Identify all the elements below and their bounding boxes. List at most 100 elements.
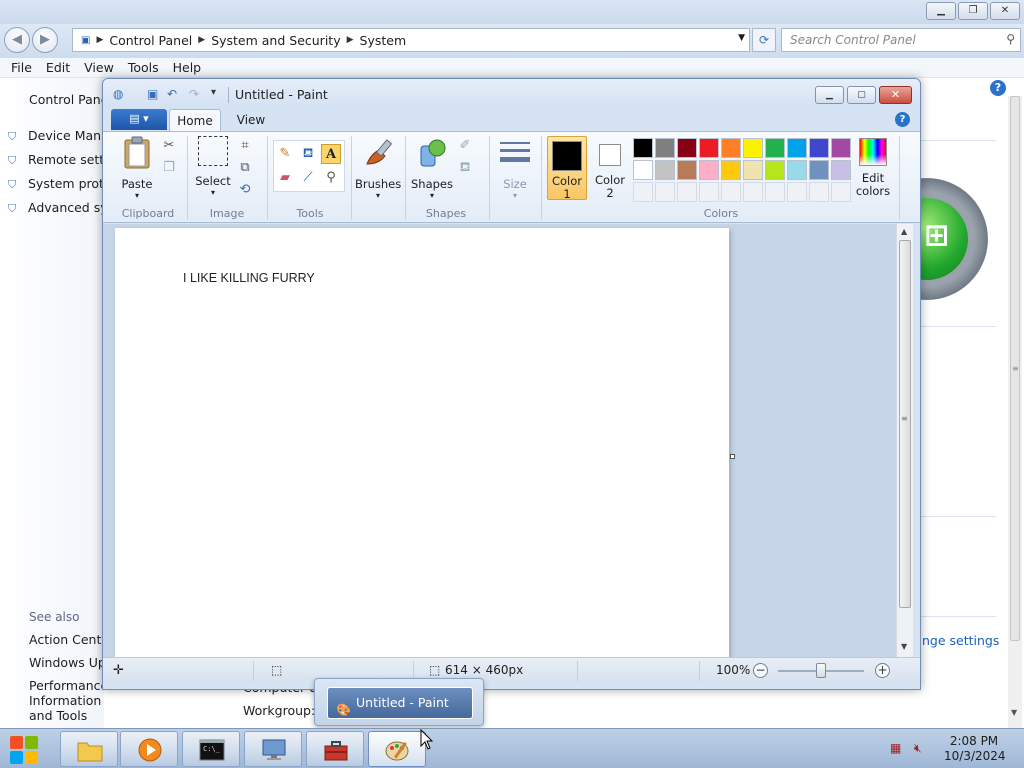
system-clock[interactable]: 2:08 PM 10/3/2024: [944, 734, 1006, 764]
magnifier-icon[interactable]: ⚲: [321, 168, 341, 188]
palette-swatch[interactable]: [721, 160, 741, 180]
taskbar-explorer[interactable]: [60, 731, 118, 767]
menu-tools[interactable]: Tools: [121, 58, 166, 77]
palette-swatch[interactable]: [655, 160, 675, 180]
palette-swatch[interactable]: [743, 138, 763, 158]
network-error-icon[interactable]: ▦: [890, 741, 901, 755]
custom-color-slot[interactable]: [699, 182, 719, 202]
tab-view[interactable]: View: [227, 109, 275, 131]
back-button[interactable]: ◀: [4, 27, 30, 53]
palette-swatch[interactable]: [633, 138, 653, 158]
search-input[interactable]: Search Control Panel ⚲: [781, 28, 1021, 52]
rotate-icon[interactable]: ⟲: [235, 180, 255, 200]
forward-button[interactable]: ▶: [32, 27, 58, 53]
zoom-in-button[interactable]: +: [875, 663, 890, 678]
restore-button[interactable]: ❐: [958, 2, 988, 20]
custom-color-slot[interactable]: [721, 182, 741, 202]
palette-swatch[interactable]: [677, 160, 697, 180]
eraser-icon[interactable]: ▰: [275, 168, 295, 188]
color2-button[interactable]: Color 2: [590, 136, 630, 200]
palette-swatch[interactable]: [787, 138, 807, 158]
palette-swatch[interactable]: [831, 138, 851, 158]
taskbar-preview[interactable]: 🎨 Untitled - Paint: [314, 678, 484, 726]
search-icon[interactable]: ⚲: [1006, 32, 1015, 46]
fill-icon[interactable]: ⛾: [298, 144, 318, 164]
minimize-button[interactable]: ▁: [926, 2, 956, 20]
refresh-button[interactable]: ⟳: [752, 28, 776, 52]
color-picker-icon[interactable]: ⟋: [298, 168, 318, 188]
canvas-scrollbar[interactable]: ▲ ≡ ▼: [896, 224, 913, 657]
task-remote-settings[interactable]: ⛉Remote settings: [8, 152, 104, 168]
palette-swatch[interactable]: [721, 138, 741, 158]
color1-button[interactable]: Color 1: [547, 136, 587, 201]
palette-swatch[interactable]: [677, 138, 697, 158]
breadcrumb-system-and-security[interactable]: System and Security: [211, 33, 340, 48]
taskbar-command-prompt[interactable]: C:\_: [182, 731, 240, 767]
address-bar[interactable]: ▣ ▶ Control Panel ▶ System and Security …: [72, 28, 750, 52]
menu-file[interactable]: File: [4, 58, 39, 77]
cut-icon[interactable]: ✂: [159, 136, 179, 156]
link-action-center[interactable]: Action Center: [29, 632, 104, 647]
task-system-protection[interactable]: ⛉System protection: [8, 176, 104, 192]
crop-icon[interactable]: ⌗: [235, 136, 255, 156]
palette-swatch[interactable]: [633, 160, 653, 180]
customize-toolbar-icon[interactable]: ▾: [211, 87, 216, 98]
select-button[interactable]: Select ▾: [191, 136, 235, 197]
preview-paint-item[interactable]: 🎨 Untitled - Paint: [327, 687, 473, 719]
paint-close-button[interactable]: ✕: [879, 86, 912, 104]
text-icon[interactable]: A: [321, 144, 341, 164]
zoom-slider-thumb[interactable]: [816, 663, 826, 678]
palette-swatch[interactable]: [787, 160, 807, 180]
paint-maximize-button[interactable]: ▢: [847, 86, 876, 104]
help-icon[interactable]: ?: [990, 80, 1006, 96]
custom-color-slot[interactable]: [743, 182, 763, 202]
control-panel-home-link[interactable]: Control Panel: [29, 92, 104, 107]
size-button[interactable]: Size ▾: [495, 136, 535, 200]
tab-home[interactable]: Home: [169, 109, 221, 131]
help-icon[interactable]: ?: [895, 112, 910, 127]
task-advanced-system-settings[interactable]: ⛉Advanced system settings: [8, 200, 104, 216]
breadcrumb-system[interactable]: System: [360, 33, 407, 48]
menu-view[interactable]: View: [77, 58, 121, 77]
taskbar-remote-desktop[interactable]: [244, 731, 302, 767]
custom-color-slot[interactable]: [809, 182, 829, 202]
menu-edit[interactable]: Edit: [39, 58, 77, 77]
custom-color-slot[interactable]: [633, 182, 653, 202]
paint-minimize-button[interactable]: ▁: [815, 86, 844, 104]
link-performance-information[interactable]: Performance Information and Tools: [29, 678, 104, 723]
zoom-out-button[interactable]: −: [753, 663, 768, 678]
undo-icon[interactable]: ↶: [167, 87, 177, 101]
palette-swatch[interactable]: [831, 160, 851, 180]
task-device-manager[interactable]: ⛉Device Manager: [8, 128, 104, 144]
brushes-button[interactable]: Brushes ▾: [355, 136, 401, 200]
palette-swatch[interactable]: [743, 160, 763, 180]
paint-app-icon[interactable]: ◍: [113, 87, 123, 101]
palette-swatch[interactable]: [655, 138, 675, 158]
start-button[interactable]: [4, 732, 48, 766]
edit-colors-button[interactable]: Edit colors: [851, 136, 895, 198]
close-button[interactable]: ✕: [990, 2, 1020, 20]
custom-color-slot[interactable]: [787, 182, 807, 202]
custom-color-slot[interactable]: [831, 182, 851, 202]
palette-swatch[interactable]: [765, 138, 785, 158]
taskbar-media-player[interactable]: [120, 731, 178, 767]
palette-swatch[interactable]: [809, 138, 829, 158]
paste-button[interactable]: Paste ▾: [115, 136, 159, 200]
custom-color-slot[interactable]: [655, 182, 675, 202]
menu-help[interactable]: Help: [166, 58, 209, 77]
pencil-icon[interactable]: ✎: [275, 144, 295, 164]
link-windows-update[interactable]: Windows Update: [29, 655, 104, 670]
change-settings-link[interactable]: nge settings: [922, 633, 999, 648]
custom-color-slot[interactable]: [765, 182, 785, 202]
shapes-button[interactable]: Shapes ▾: [409, 136, 455, 200]
custom-color-slot[interactable]: [677, 182, 697, 202]
shape-fill-icon[interactable]: ⛾: [455, 158, 475, 178]
scroll-down-icon[interactable]: ▼: [901, 642, 907, 651]
drawing-canvas[interactable]: I LIKE KILLING FURRY: [115, 228, 729, 657]
volume-muted-icon[interactable]: 🔇︎: [914, 741, 922, 756]
scrollbar-thumb[interactable]: [899, 240, 911, 608]
control-panel-scrollbar[interactable]: ≡ ▼: [1008, 96, 1022, 728]
palette-swatch[interactable]: [699, 160, 719, 180]
resize-handle-right[interactable]: [730, 454, 735, 459]
redo-icon[interactable]: ↷: [189, 87, 199, 101]
